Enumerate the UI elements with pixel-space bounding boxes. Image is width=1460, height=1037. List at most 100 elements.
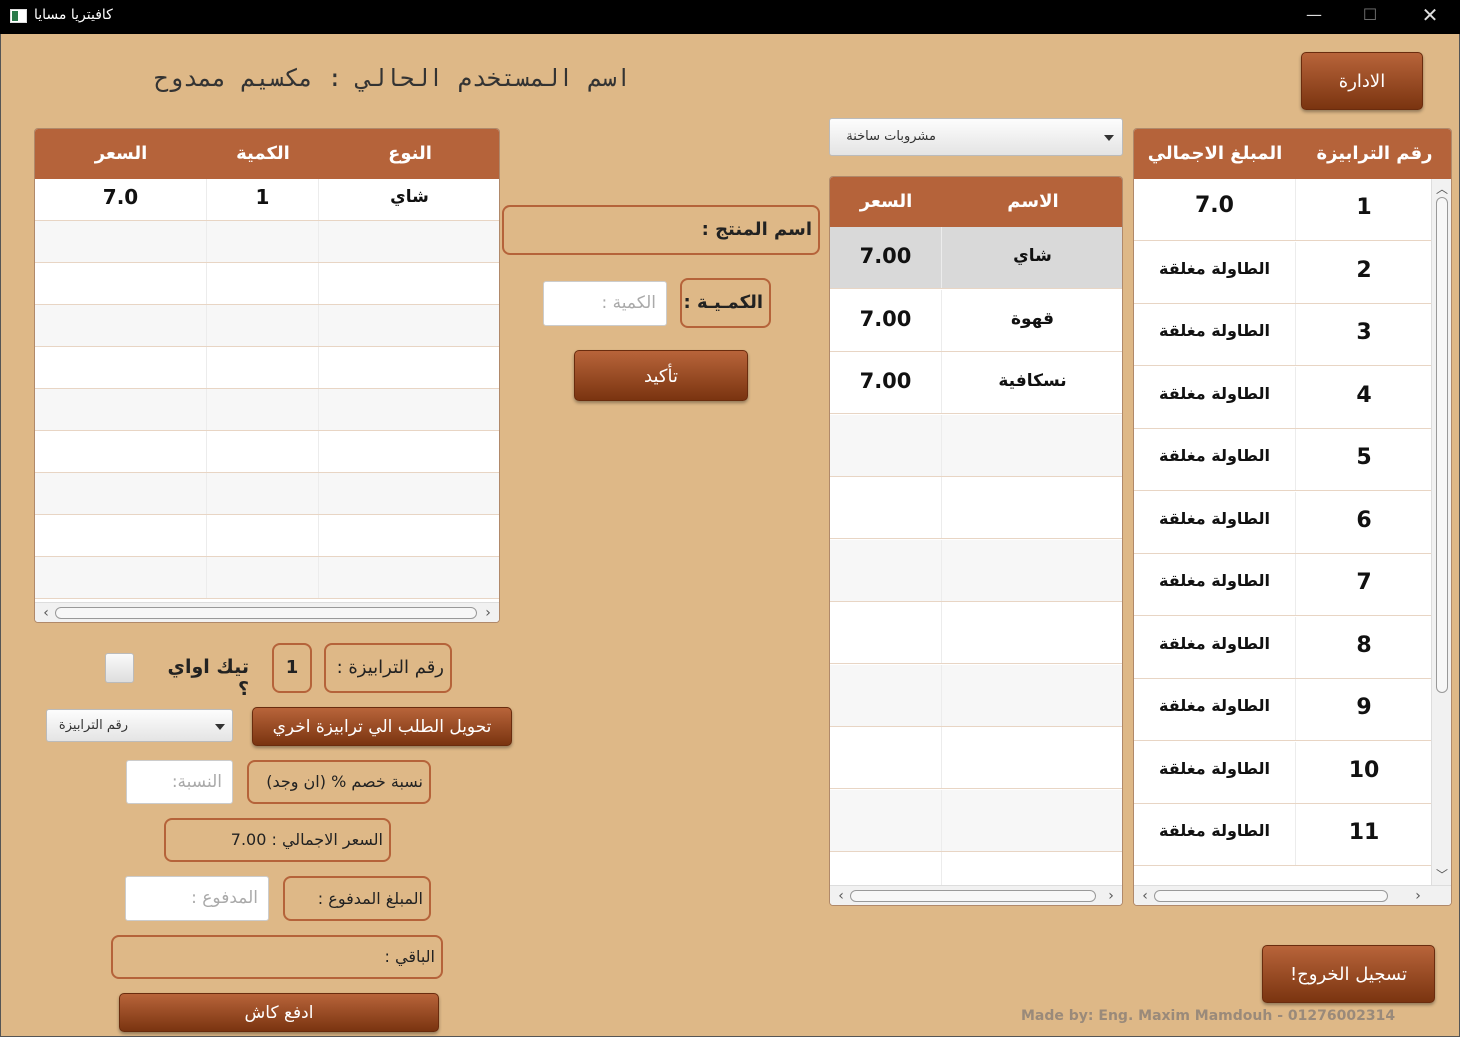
chevron-down-icon (1104, 135, 1114, 141)
product-cell-name: نسكافية (942, 352, 1122, 413)
table-cell-number: 3 (1296, 304, 1433, 365)
quantity-input[interactable]: الكمية : (543, 281, 667, 326)
chevron-left-icon[interactable]: ‹ (37, 603, 55, 622)
horizontal-scrollbar[interactable]: ‹ › (830, 885, 1122, 905)
empty-cell (207, 347, 319, 388)
logout-button[interactable]: تسجيل الخروج! (1262, 945, 1435, 1003)
empty-cell (35, 557, 207, 598)
takeaway-checkbox[interactable] (105, 653, 134, 683)
table-row[interactable] (35, 305, 499, 347)
paid-amount-input[interactable]: المدفوع : (125, 876, 269, 921)
products-table[interactable]: الاسم السعر شاي 7.00 قهوة 7.00 نسكافية 7.00 ‹… (829, 176, 1123, 906)
table-row[interactable] (830, 477, 1122, 539)
empty-cell (207, 515, 319, 556)
table-row[interactable]: 8 الطاولة مغلقة (1134, 616, 1433, 679)
table-row[interactable] (830, 789, 1122, 852)
table-row[interactable]: شاي 1 7.0 (35, 179, 499, 221)
table-row[interactable]: قهوة 7.00 (830, 289, 1122, 352)
table-row[interactable] (830, 727, 1122, 789)
tables-table[interactable]: رقم الترابيزة المبلغ الاجمالي 1 7.0 2 الطاو… (1133, 128, 1452, 906)
empty-cell (830, 727, 942, 788)
table-row[interactable]: 6 الطاولة مغلقة (1134, 491, 1433, 554)
maximize-icon[interactable]: ☐ (1340, 0, 1400, 30)
table-row[interactable] (35, 263, 499, 305)
table-row[interactable] (830, 414, 1122, 477)
table-row[interactable] (35, 431, 499, 473)
table-row[interactable] (830, 602, 1122, 664)
table-cell-total: 7.0 (1134, 179, 1296, 240)
table-row[interactable]: 9 الطاولة مغلقة (1134, 679, 1433, 741)
chevron-right-icon[interactable]: › (1409, 886, 1427, 905)
chevron-down-icon[interactable]: ﹀ (1432, 867, 1451, 883)
empty-cell (35, 515, 207, 556)
empty-cell (830, 414, 942, 476)
chevron-right-icon[interactable]: › (1102, 886, 1120, 905)
vertical-scrollbar[interactable]: ︿ ﹀ (1431, 179, 1451, 885)
scroll-thumb[interactable] (1154, 890, 1388, 902)
table-row[interactable]: 4 الطاولة مغلقة (1134, 366, 1433, 429)
pay-cash-button[interactable]: ادفع كاش (119, 993, 439, 1032)
order-table[interactable]: النوع الكمية السعر شاي 1 7.0 ‹ › (34, 128, 500, 623)
table-row[interactable] (830, 664, 1122, 727)
horizontal-scrollbar[interactable]: ‹ › (1134, 885, 1451, 905)
discount-input[interactable]: النسبة: (126, 760, 233, 804)
column-header-quantity[interactable]: الكمية (207, 129, 319, 179)
admin-button[interactable]: الادارة (1301, 52, 1423, 110)
table-cell-number: 11 (1296, 804, 1433, 865)
minimize-icon[interactable]: — (1284, 0, 1344, 30)
table-cell-total: الطاولة مغلقة (1134, 679, 1296, 740)
column-header-type[interactable]: النوع (319, 129, 499, 179)
table-row[interactable]: 11 الطاولة مغلقة (1134, 804, 1433, 866)
chevron-up-icon[interactable]: ︿ (1432, 181, 1451, 197)
product-cell-name: قهوة (942, 290, 1122, 351)
products-table-header: الاسم السعر (830, 177, 1122, 227)
table-cell-total: الطاولة مغلقة (1134, 616, 1296, 678)
table-row[interactable] (35, 389, 499, 431)
table-row[interactable]: 5 الطاولة مغلقة (1134, 429, 1433, 491)
empty-cell (830, 539, 942, 601)
chevron-right-icon[interactable]: › (479, 603, 497, 622)
category-select[interactable]: مشروبات ساخنة (829, 118, 1123, 156)
column-header-table-number[interactable]: رقم الترابيزة (1296, 129, 1451, 179)
table-row[interactable] (35, 557, 499, 599)
table-row[interactable]: 7 الطاولة مغلقة (1134, 554, 1433, 616)
empty-cell (207, 305, 319, 346)
empty-cell (319, 221, 499, 262)
scroll-thumb[interactable] (850, 890, 1096, 902)
transfer-table-select[interactable]: رقم الترابيزة (46, 709, 233, 742)
table-row[interactable]: شاي 7.00 (830, 227, 1122, 289)
table-row[interactable]: 3 الطاولة مغلقة (1134, 304, 1433, 366)
column-header-price[interactable]: السعر (830, 177, 942, 227)
column-header-price[interactable]: السعر (35, 129, 207, 179)
table-row[interactable] (35, 221, 499, 263)
empty-cell (35, 305, 207, 346)
scroll-thumb[interactable] (1436, 197, 1448, 693)
table-row[interactable]: نسكافية 7.00 (830, 352, 1122, 414)
empty-cell (830, 789, 942, 851)
order-cell-quantity: 1 (207, 179, 319, 220)
horizontal-scrollbar[interactable]: ‹ › (35, 602, 499, 622)
empty-cell (319, 515, 499, 556)
close-icon[interactable]: ✕ (1400, 0, 1460, 30)
column-header-total-amount[interactable]: المبلغ الاجمالي (1134, 129, 1296, 179)
table-row[interactable]: 2 الطاولة مغلقة (1134, 241, 1433, 304)
product-cell-price: 7.00 (830, 352, 942, 413)
empty-cell (319, 263, 499, 304)
table-cell-number: 7 (1296, 554, 1433, 615)
transfer-order-button[interactable]: تحويل الطلب الي ترابيزة اخري (252, 707, 512, 746)
table-row[interactable] (35, 473, 499, 515)
table-row[interactable]: 1 7.0 (1134, 179, 1433, 241)
table-row[interactable] (35, 515, 499, 557)
empty-cell (942, 790, 1122, 851)
confirm-button[interactable]: تأكيد (574, 350, 748, 401)
scroll-thumb[interactable] (55, 607, 477, 619)
tables-table-header: رقم الترابيزة المبلغ الاجمالي (1134, 129, 1451, 179)
chevron-left-icon[interactable]: ‹ (832, 886, 850, 905)
empty-cell (319, 389, 499, 430)
column-header-name[interactable]: الاسم (942, 177, 1122, 227)
table-row[interactable] (35, 347, 499, 389)
table-row[interactable] (830, 539, 1122, 602)
table-number-value: 1 (272, 643, 312, 693)
chevron-left-icon[interactable]: ‹ (1136, 886, 1154, 905)
table-row[interactable]: 10 الطاولة مغلقة (1134, 741, 1433, 804)
